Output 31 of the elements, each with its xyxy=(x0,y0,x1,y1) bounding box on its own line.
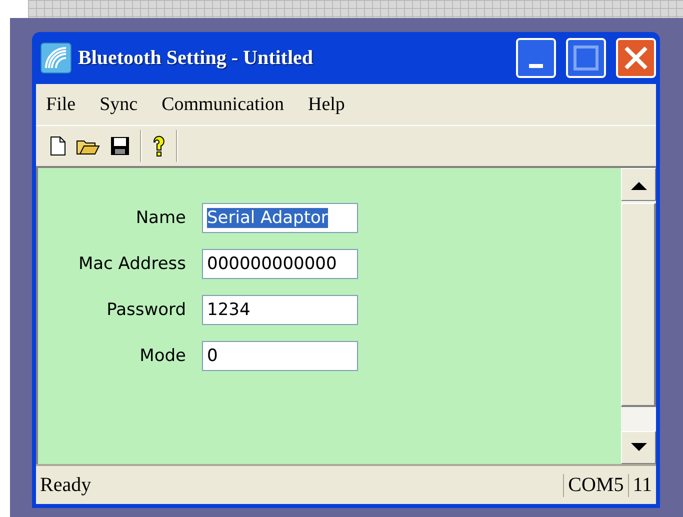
up-arrow-icon xyxy=(630,180,646,190)
field-label: Password xyxy=(106,300,186,320)
status-text: COM5 xyxy=(563,474,628,496)
menu-item[interactable]: Sync xyxy=(100,94,138,116)
minimize-button[interactable] xyxy=(516,38,556,78)
maximize-button[interactable] xyxy=(566,38,606,78)
menu-item[interactable]: File xyxy=(46,94,76,116)
down-arrow-icon xyxy=(630,442,646,452)
menu-item[interactable]: Communication xyxy=(162,94,284,116)
field-label: Name xyxy=(134,208,186,228)
scroll-down-button[interactable] xyxy=(621,431,656,464)
save-icon[interactable] xyxy=(110,136,130,156)
menu-item[interactable]: Help xyxy=(308,94,345,116)
new-file-icon[interactable] xyxy=(50,136,66,156)
close-icon xyxy=(623,45,649,71)
field-label: Mac Address xyxy=(77,254,186,274)
maximize-icon xyxy=(573,45,599,71)
help-icon[interactable] xyxy=(152,135,166,157)
scroll-up-button[interactable] xyxy=(621,168,656,201)
text-field[interactable]: Serial Adaptor xyxy=(202,203,358,233)
field-label: Mode xyxy=(138,346,186,366)
status-text: Ready xyxy=(39,474,92,496)
minimize-icon xyxy=(529,64,543,68)
status-text: 11 xyxy=(628,474,656,496)
close-button[interactable] xyxy=(616,38,656,78)
text-field[interactable]: 1234 xyxy=(202,295,358,325)
text-field[interactable]: 000000000000 xyxy=(202,249,358,279)
window-title: Bluetooth Setting - Untitled xyxy=(78,46,314,70)
text-field[interactable]: 0 xyxy=(202,341,358,371)
scroll-thumb[interactable] xyxy=(621,203,656,407)
wireless-app-icon xyxy=(40,42,72,74)
